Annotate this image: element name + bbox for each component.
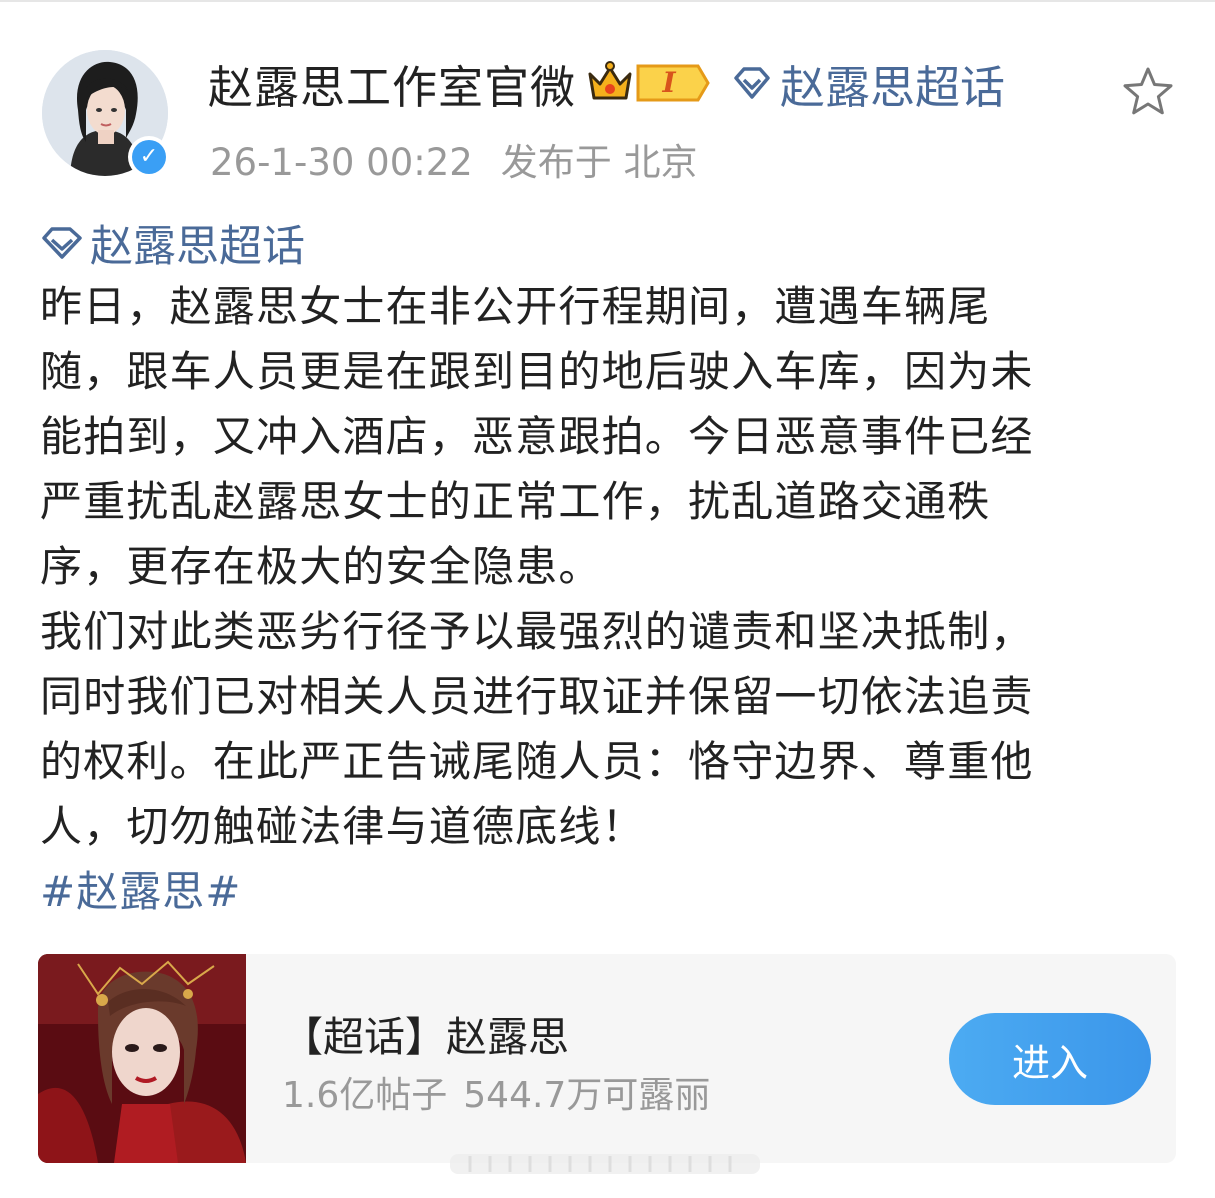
- supertopic-title: 【超话】赵露思: [282, 1013, 569, 1061]
- supertopic-cover-image: [38, 954, 246, 1163]
- post-text-line: 同时我们已对相关人员进行取证并保留一切依法追责: [40, 672, 1034, 721]
- post-time: 26-1-30 00:22: [210, 141, 473, 184]
- post-text-line: 人，切勿触碰法律与道德底线！: [40, 802, 645, 851]
- verified-check-icon: ✓: [128, 136, 170, 178]
- post-content: 赵露思超话 昨日，赵露思女士在非公开行程期间，遭遇车辆尾 随，跟车人员更是在跟到…: [40, 212, 1180, 924]
- watermark-mark: [450, 1154, 760, 1174]
- post-text-line: 的权利。在此严正告诫尾随人员：恪守边界、尊重他: [40, 737, 1034, 786]
- post-text-line: 序，更存在极大的安全隐患。: [40, 542, 602, 591]
- enter-supertopic-button[interactable]: 进入: [949, 1013, 1151, 1105]
- header-topic-link[interactable]: 赵露思超话: [732, 51, 1005, 116]
- crown-badge-graphic: I: [588, 61, 710, 102]
- topic-tag-label: 赵露思超话: [90, 222, 305, 272]
- topic-diamond-icon: [42, 227, 82, 259]
- post-text-line: 昨日，赵露思女士在非公开行程期间，遭遇车辆尾: [40, 282, 991, 331]
- post-text-line: 严重扰乱赵露思女士的正常工作，扰乱道路交通秩: [40, 477, 991, 526]
- top-divider: [0, 0, 1215, 2]
- supertopic-fan-count: 544.7万可露丽: [463, 1075, 711, 1116]
- topic-tag-link[interactable]: 赵露思超话: [40, 212, 1180, 274]
- header-topic-label: 赵露思超话: [780, 60, 1006, 114]
- star-outline: [1123, 67, 1173, 115]
- supertopic-stats: 1.6亿帖子 544.7万可露丽: [282, 1066, 710, 1118]
- diamond-icon: [734, 67, 770, 99]
- post-text-line: 能拍到，又冲入酒店，恶意跟拍。今日恶意事件已经: [40, 412, 1034, 461]
- post-meta: 26-1-30 00:22 发布于 北京: [210, 132, 698, 186]
- post-text-line: 随，跟车人员更是在跟到目的地后驶入车库，因为未: [40, 347, 1034, 396]
- hashtag-link[interactable]: #赵露思#: [40, 859, 1180, 924]
- favorite-star-icon[interactable]: [1120, 64, 1176, 120]
- post-location: 发布于 北京: [500, 141, 698, 184]
- post-header: 赵露思工作室官微 I 赵露思超话: [208, 52, 1005, 114]
- post-text-line: 我们对此类恶劣行径予以最强烈的谴责和坚决抵制，: [40, 607, 1034, 656]
- author-name[interactable]: 赵露思工作室官微: [208, 51, 576, 116]
- supertopic-post-count: 1.6亿帖子: [282, 1075, 448, 1116]
- member-crown-icon[interactable]: I: [586, 58, 712, 108]
- member-level: I: [661, 66, 676, 99]
